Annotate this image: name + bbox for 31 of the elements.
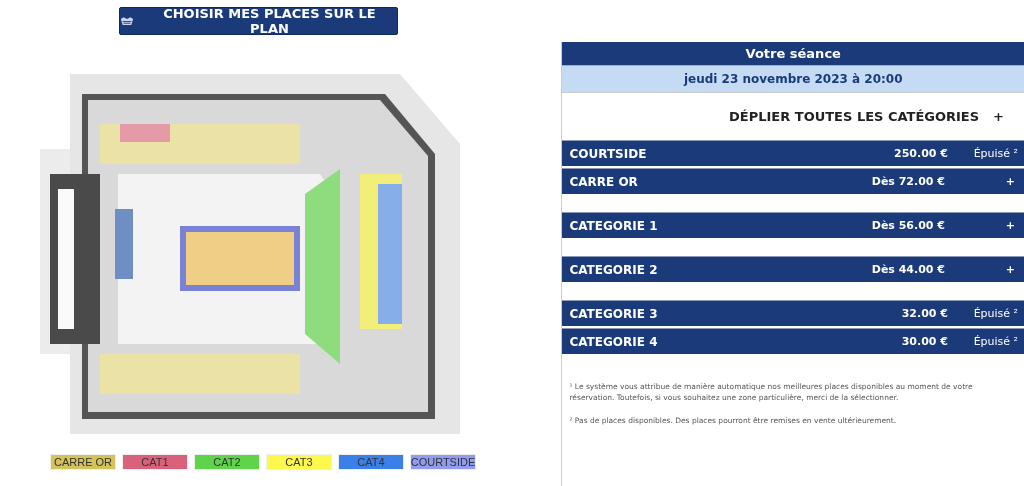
category-name: CATEGORIE 2 bbox=[569, 262, 659, 277]
session-header: Votre séance bbox=[562, 42, 1024, 65]
legend-item: CARRE OR bbox=[50, 454, 116, 470]
category-price: Dès 72.00 € bbox=[870, 175, 945, 188]
category-name: COURTSIDE bbox=[569, 146, 648, 161]
category-price: 250.00 € bbox=[893, 147, 948, 160]
legend-item: COURTSIDE bbox=[410, 454, 476, 470]
choose-seats-button[interactable]: CHOISIR MES PLACES SUR LE PLAN bbox=[119, 7, 398, 35]
sold-out-label: Épuisé ² bbox=[972, 335, 1018, 348]
category-row[interactable]: CARRE OR Dès 72.00 € + bbox=[562, 168, 1024, 194]
legend-item: CAT1 bbox=[122, 454, 188, 470]
sold-out-label: Épuisé ² bbox=[972, 147, 1018, 160]
legend-item: CAT3 bbox=[266, 454, 332, 470]
category-price: 30.00 € bbox=[900, 335, 948, 348]
category-name: CATEGORIE 1 bbox=[569, 218, 659, 233]
expand-button[interactable]: + bbox=[945, 219, 1018, 232]
legend-item: CAT2 bbox=[194, 454, 260, 470]
category-name: CATEGORIE 4 bbox=[569, 334, 659, 349]
category-name: CARRE OR bbox=[569, 174, 639, 189]
expand-button[interactable]: + bbox=[945, 175, 1018, 188]
session-date: jeudi 23 novembre 2023 à 20:00 bbox=[562, 65, 1024, 93]
category-price: Dès 56.00 € bbox=[870, 219, 945, 232]
expand-all-button[interactable]: DÉPLIER TOUTES LES CATÉGORIES + bbox=[729, 107, 1004, 126]
category-name: CATEGORIE 3 bbox=[569, 306, 659, 321]
category-price: Dès 44.00 € bbox=[870, 263, 945, 276]
expand-button[interactable]: + bbox=[945, 263, 1018, 276]
category-row[interactable]: CATEGORIE 1 Dès 56.00 € + bbox=[562, 212, 1024, 238]
category-price: 32.00 € bbox=[900, 307, 948, 320]
category-row[interactable]: CATEGORIE 2 Dès 44.00 € + bbox=[562, 256, 1024, 282]
sold-out-label: Épuisé ² bbox=[972, 307, 1018, 320]
legend-item: CAT4 bbox=[338, 454, 404, 470]
